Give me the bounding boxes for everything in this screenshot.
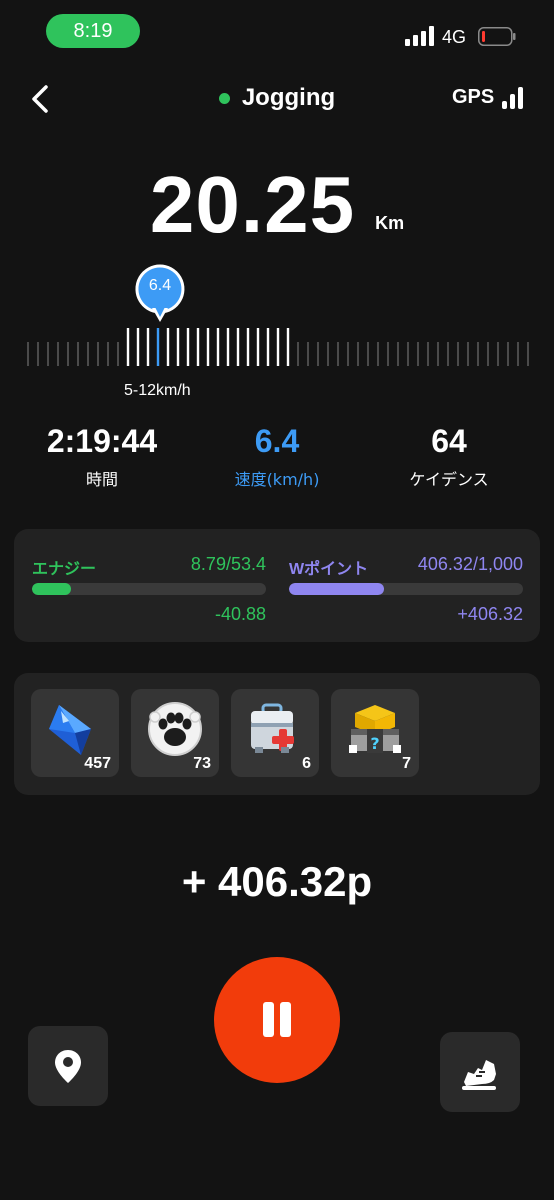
location-button[interactable] <box>28 1026 108 1106</box>
medkit-icon <box>251 703 294 753</box>
distance-display: 20.25 Km <box>0 162 554 248</box>
energy-value: 8.79/53.4 <box>190 554 266 574</box>
paw-icon <box>148 702 202 756</box>
status-time: 8:19 <box>46 14 140 48</box>
gem-icon <box>49 705 91 755</box>
gps-signal-icon <box>502 87 524 109</box>
stat-time-label: 時間 <box>85 470 118 489</box>
speed-marker-bubble <box>135 264 185 322</box>
distance-unit: Km <box>375 213 405 233</box>
stat-speed-value: 6.4 <box>254 423 300 459</box>
mode-label: Jogging <box>241 84 336 111</box>
energy-bar-fill <box>32 583 71 595</box>
sneaker-icon <box>462 1060 496 1090</box>
item-mystery-box[interactable]: ? 7 <box>331 689 419 777</box>
item-medkit[interactable]: 6 <box>231 689 319 777</box>
item-paw[interactable]: 73 <box>131 689 219 777</box>
item-paw-count: 73 <box>193 755 211 772</box>
stat-cadence-value: 64 <box>431 423 467 459</box>
network-type: 4G <box>442 27 467 47</box>
stat-time: 2:19:44 時間 <box>10 422 194 490</box>
item-gem-count: 457 <box>84 755 111 772</box>
item-gem[interactable]: 457 <box>31 689 119 777</box>
energy-points-card: エナジー 8.79/53.4 -40.88 Wポイント 406.32/1,000… <box>14 529 540 642</box>
item-medkit-count: 6 <box>302 755 311 772</box>
gps-label: GPS <box>452 86 495 108</box>
energy-bar <box>32 583 266 595</box>
distance-value: 20.25 <box>149 160 356 249</box>
stat-speed: 6.4 速度(km/h) <box>185 422 369 490</box>
pause-icon <box>280 1002 291 1037</box>
pause-button[interactable] <box>214 957 340 1083</box>
wpoints-change: +406.32 <box>457 604 523 624</box>
stat-cadence-label: ケイデンス <box>409 470 489 489</box>
mystery-box-icon: ? <box>349 705 401 753</box>
speed-gauge <box>27 328 529 366</box>
location-pin-icon <box>55 1050 81 1083</box>
speed-range-label: 5-12km/h <box>124 382 191 399</box>
item-mystery-box-count: 7 <box>402 755 411 772</box>
wpoints-bar-fill <box>289 583 385 595</box>
pause-icon <box>263 1002 274 1037</box>
gps-indicator: GPS <box>452 86 524 109</box>
wpoints-value: 406.32/1,000 <box>417 554 523 574</box>
speed-marker-value: 6.4 <box>148 277 172 294</box>
wpoints-bar <box>289 583 523 595</box>
stat-speed-label: 速度(km/h) <box>234 470 320 489</box>
stat-time-value: 2:19:44 <box>46 423 158 459</box>
energy-change: -40.88 <box>214 604 266 624</box>
sneaker-button[interactable] <box>440 1032 520 1112</box>
earned-points: + 406.32p <box>181 858 373 905</box>
battery-icon <box>478 27 516 46</box>
mode-status-dot <box>218 92 230 104</box>
svg-text:?: ? <box>370 734 379 753</box>
cellular-signal-icon <box>405 26 434 46</box>
stat-cadence: 64 ケイデンス <box>357 422 541 490</box>
